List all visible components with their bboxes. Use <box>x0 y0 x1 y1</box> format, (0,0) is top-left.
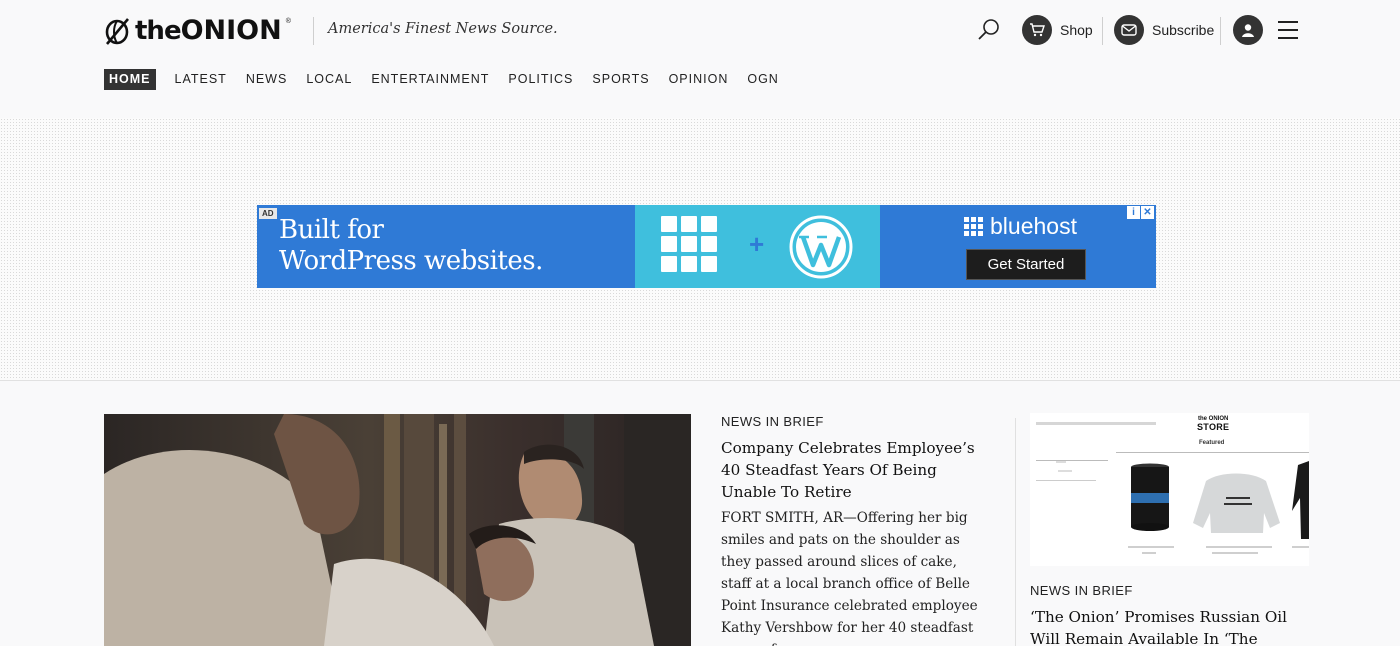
user-icon <box>1233 15 1263 45</box>
close-icon[interactable]: ✕ <box>1141 206 1154 219</box>
side-story: NEWS IN BRIEF ‘The Onion’ Promises Russi… <box>1030 583 1300 646</box>
subscribe-button[interactable]: Subscribe <box>1114 15 1214 45</box>
logo-registered-mark: ® <box>285 18 291 25</box>
onion-logo-icon <box>105 18 129 45</box>
main-story: NEWS IN BRIEF Company Celebrates Employe… <box>721 414 991 646</box>
logo-text-the: the <box>135 16 182 46</box>
nav-item-home[interactable]: HOME <box>104 69 156 90</box>
search-icon <box>978 19 999 40</box>
account-button[interactable] <box>1233 15 1263 45</box>
store-promo-image[interactable]: the ONION STORE Featured <box>1030 413 1309 566</box>
ad-headline-line: WordPress websites. <box>279 246 543 276</box>
nav-item-ogn[interactable]: OGN <box>747 69 778 90</box>
plus-icon: + <box>749 229 765 259</box>
shop-label: Shop <box>1060 22 1093 38</box>
search-button[interactable] <box>976 17 1002 43</box>
story-kicker[interactable]: NEWS IN BRIEF <box>721 414 991 429</box>
ad-brand-name: bluehost <box>990 213 1077 239</box>
divider <box>1102 17 1103 45</box>
bluehost-logo-icon <box>964 217 983 236</box>
banner-ad[interactable]: AD Built for WordPress websites. + blueh… <box>257 205 1156 288</box>
ad-choices[interactable]: i ✕ <box>1127 206 1154 219</box>
ad-cta-button[interactable]: Get Started <box>966 249 1086 280</box>
grid-icon <box>661 216 717 272</box>
shop-button[interactable]: Shop <box>1022 15 1093 45</box>
subscribe-label: Subscribe <box>1152 22 1215 38</box>
ad-headline: Built for WordPress websites. <box>279 215 543 277</box>
mail-icon <box>1114 15 1144 45</box>
story-headline[interactable]: Company Celebrates Employee’s 40 Steadfa… <box>721 437 991 503</box>
cart-icon <box>1022 15 1052 45</box>
store-featured-label: Featured <box>1199 440 1225 446</box>
nav-item-news[interactable]: NEWS <box>246 69 288 90</box>
main-nav: HOME LATEST NEWS LOCAL ENTERTAINMENT POL… <box>104 69 798 90</box>
ad-headline-line: Built for <box>279 215 384 245</box>
ad-brand: bluehost <box>964 213 1077 240</box>
nav-item-sports[interactable]: SPORTS <box>592 69 649 90</box>
divider <box>313 17 314 45</box>
nav-item-politics[interactable]: POLITICS <box>508 69 573 90</box>
site-logo[interactable]: theONION ® <box>103 14 291 48</box>
divider <box>1220 17 1221 45</box>
logo-text-onion: ONION <box>180 15 282 46</box>
ad-band: AD Built for WordPress websites. + blueh… <box>0 118 1400 381</box>
ad-graphic: + <box>635 205 880 288</box>
hamburger-menu-button[interactable] <box>1278 21 1298 39</box>
nav-item-opinion[interactable]: OPINION <box>669 69 729 90</box>
store-screenshot <box>1030 413 1309 566</box>
hamburger-icon <box>1278 21 1298 23</box>
hero-image[interactable] <box>104 414 691 646</box>
wordpress-logo-icon <box>789 215 853 279</box>
site-header: theONION ® America's Finest News Source.… <box>0 0 1400 118</box>
story-headline[interactable]: ‘The Onion’ Promises Russian Oil Will Re… <box>1030 606 1300 646</box>
hero-photo <box>104 414 691 646</box>
nav-item-local[interactable]: LOCAL <box>306 69 352 90</box>
nav-item-latest[interactable]: LATEST <box>175 69 227 90</box>
divider <box>1015 418 1016 646</box>
ad-tag: AD <box>259 208 277 219</box>
site-tagline: America's Finest News Source. <box>328 21 558 37</box>
ad-info-icon[interactable]: i <box>1127 206 1140 219</box>
story-excerpt: FORT SMITH, AR—Offering her big smiles a… <box>721 510 978 646</box>
store-title: STORE <box>1197 422 1230 432</box>
nav-item-entertainment[interactable]: ENTERTAINMENT <box>371 69 489 90</box>
story-kicker[interactable]: NEWS IN BRIEF <box>1030 583 1300 598</box>
